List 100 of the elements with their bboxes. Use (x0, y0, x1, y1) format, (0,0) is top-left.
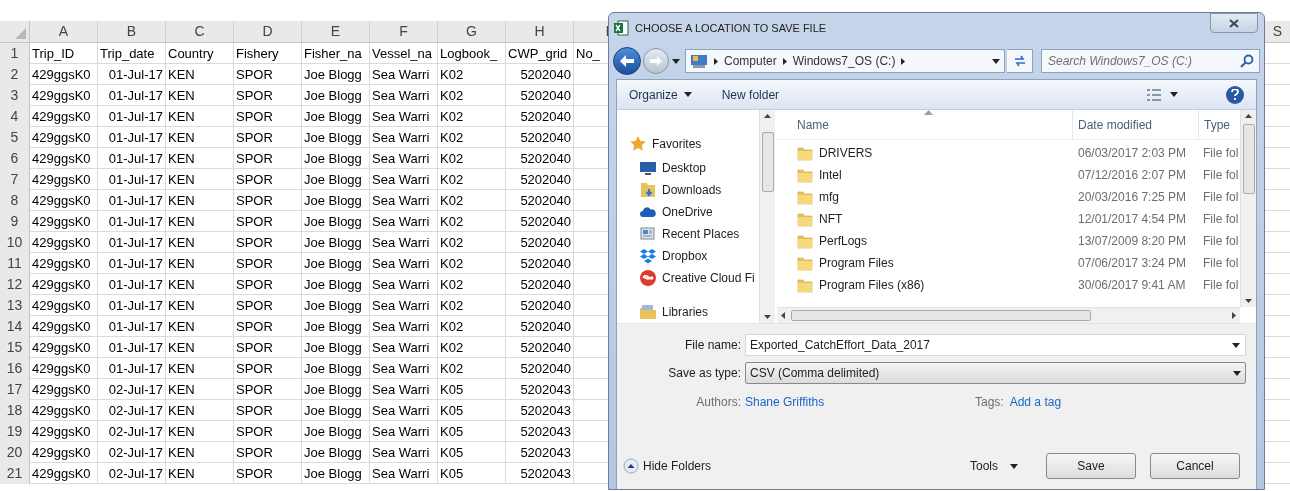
table-cell-text: SPOR (236, 170, 273, 189)
breadcrumb-item[interactable]: Windows7_OS (C:) (792, 52, 896, 70)
nav-item[interactable]: Desktop (662, 158, 707, 177)
table-cell-text: 5202040 (520, 107, 571, 126)
back-button[interactable] (613, 47, 641, 75)
up-arrow-icon (1245, 114, 1252, 118)
column-header[interactable]: H (534, 21, 545, 42)
file-name[interactable]: Intel (819, 166, 842, 184)
table-cell-text: K02 (440, 107, 464, 126)
star-icon (629, 134, 647, 153)
scrollbar-thumb[interactable] (791, 310, 1091, 321)
horizontal-scrollbar[interactable] (777, 307, 1240, 323)
select-all-icon[interactable] (15, 28, 26, 39)
hide-folders-button[interactable]: Hide Folders (623, 457, 712, 475)
table-cell-text: Sea Warri (372, 233, 430, 252)
table-cell-text: SPOR (236, 443, 273, 462)
nav-item[interactable]: OneDrive (662, 202, 713, 221)
breadcrumb-item[interactable]: Computer (724, 52, 777, 70)
table-cell-text: 01-Jul-17 (108, 128, 163, 147)
tags-link[interactable]: Add a tag (1009, 393, 1062, 411)
column-header[interactable]: Type (1204, 115, 1230, 134)
view-options-button[interactable] (1146, 87, 1178, 102)
file-type-dropdown[interactable]: CSV (Comma delimited) (745, 362, 1246, 384)
file-name-field[interactable]: Exported_CatchEffort_Data_2017 (745, 334, 1246, 356)
table-cell-text: K05 (440, 464, 464, 483)
table-cell-text: SPOR (236, 422, 273, 441)
table-cell-text: KEN (168, 338, 195, 357)
table-cell-text: SPOR (236, 380, 273, 399)
table-cell-text: 429ggsK0 (32, 380, 91, 399)
table-cell-text: SPOR (236, 317, 273, 336)
cancel-button[interactable]: Cancel (1150, 453, 1240, 479)
nav-item[interactable]: Creative Cloud Fi (662, 268, 755, 287)
caret-icon (1232, 343, 1240, 348)
right-arrow-icon (1232, 312, 1236, 319)
scrollbar-thumb[interactable] (1242, 124, 1255, 194)
nav-item[interactable]: Recent Places (662, 224, 740, 243)
table-cell-text: Joe Blogg (304, 443, 362, 462)
refresh-button[interactable] (1007, 49, 1033, 73)
nav-item[interactable]: Dropbox (662, 246, 708, 265)
column-header[interactable]: G (466, 21, 477, 42)
scrollbar-thumb[interactable] (761, 131, 774, 192)
folder-icon (797, 167, 813, 183)
table-cell-text: 5202040 (520, 86, 571, 105)
file-name[interactable]: mfg (819, 188, 839, 206)
table-cell-text: Joe Blogg (304, 212, 362, 231)
close-button[interactable] (1210, 13, 1258, 33)
column-header[interactable]: A (58, 21, 69, 42)
table-cell-text: K02 (440, 338, 464, 357)
column-header[interactable]: E (330, 21, 341, 42)
column-header[interactable]: B (126, 21, 137, 42)
new-folder-button[interactable]: New folder (721, 85, 780, 104)
file-name[interactable]: DRIVERS (819, 144, 873, 162)
field-label: Save as type: (667, 365, 741, 382)
table-cell-text: Joe Blogg (304, 359, 362, 378)
file-name[interactable]: Program Files (x86) (819, 276, 925, 294)
table-cell-text: Joe Blogg (304, 65, 362, 84)
table-cell-text: 01-Jul-17 (108, 107, 163, 126)
table-cell-text: K02 (440, 212, 464, 231)
table-cell-text: K02 (440, 191, 464, 210)
up-arrow-icon (764, 114, 771, 118)
sort-arrow-icon (924, 110, 933, 115)
table-cell-text: Trip_ID (32, 44, 75, 63)
column-header[interactable]: F (399, 21, 408, 42)
table-cell-text: Sea Warri (372, 380, 430, 399)
tools-menu[interactable]: Tools (970, 457, 1018, 475)
table-cell-text: 5202043 (520, 422, 571, 441)
file-name[interactable]: NFT (819, 210, 843, 228)
column-header[interactable]: Name (797, 115, 829, 134)
table-cell-text: No_ (576, 44, 600, 63)
vertical-scrollbar[interactable] (1240, 110, 1256, 307)
table-cell-text: 01-Jul-17 (108, 254, 163, 273)
save-button[interactable]: Save (1046, 453, 1136, 479)
file-name[interactable]: Program Files (819, 254, 894, 272)
table-cell-text: KEN (168, 401, 195, 420)
column-header[interactable]: Date modified (1078, 115, 1153, 134)
column-header[interactable]: I (605, 21, 610, 42)
organize-menu[interactable]: Organize (629, 85, 692, 104)
column-header[interactable]: S (1272, 21, 1283, 42)
table-cell-text: 5202043 (520, 401, 571, 420)
nav-item[interactable]: Favorites (652, 134, 702, 153)
table-cell-text: KEN (168, 128, 195, 147)
table-cell-text: 429ggsK0 (32, 233, 91, 252)
nav-item[interactable]: Downloads (662, 180, 722, 199)
table-cell-text: 429ggsK0 (32, 212, 91, 231)
column-header[interactable]: D (262, 21, 273, 42)
authors-link[interactable]: Shane Griffiths (745, 393, 965, 411)
address-bar[interactable]: Computer Windows7_OS (C:) (685, 49, 1005, 73)
search-field[interactable]: Search Windows7_OS (C:) (1041, 49, 1260, 73)
help-button[interactable] (1226, 85, 1244, 104)
search-icon (1240, 54, 1254, 68)
file-name[interactable]: PerfLogs (819, 232, 868, 250)
table-cell-text: 5202040 (520, 212, 571, 231)
table-cell-text: KEN (168, 65, 195, 84)
table-cell-text: SPOR (236, 65, 273, 84)
vertical-scrollbar[interactable] (759, 110, 775, 323)
table-cell-text: 429ggsK0 (32, 317, 91, 336)
chevron-right-icon (782, 57, 787, 65)
field-label: File name: (683, 337, 741, 354)
nav-item[interactable]: Libraries (662, 302, 709, 321)
column-header[interactable]: C (194, 21, 205, 42)
